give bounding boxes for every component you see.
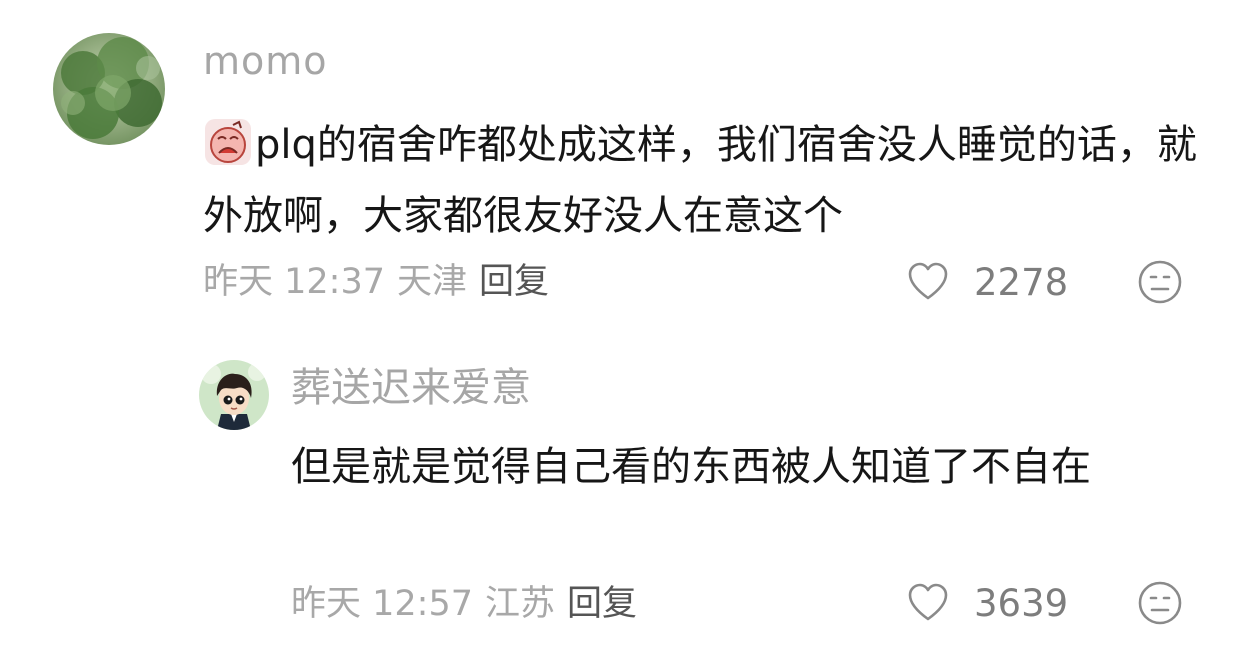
cartoon-boy-avatar-icon xyxy=(199,360,269,430)
comment-meta: 昨天 12:37 天津 回复 xyxy=(203,265,549,300)
like-count: 3639 xyxy=(974,581,1069,625)
dislike-button[interactable] xyxy=(1137,259,1183,305)
dislike-button[interactable] xyxy=(1137,580,1183,626)
user-avatar[interactable] xyxy=(53,33,165,145)
comment-location: 天津 xyxy=(397,262,468,302)
username[interactable]: 葬送迟来爱意 xyxy=(291,368,531,408)
neutral-face-icon xyxy=(1138,581,1182,625)
comment-thread: momo plq的宿舍咋都处成这样，我们宿舍没人睡觉的话，就外放啊，大家都很友好… xyxy=(0,0,1260,670)
username[interactable]: momo xyxy=(203,42,328,80)
comment-location: 江苏 xyxy=(485,584,556,624)
reply-button[interactable]: 回复 xyxy=(567,587,637,622)
comment-time: 昨天 12:57 xyxy=(291,584,473,624)
like-button[interactable]: 3639 xyxy=(906,581,1068,625)
heart-icon xyxy=(908,262,948,300)
reply-button[interactable]: 回复 xyxy=(479,265,549,300)
heart-icon xyxy=(908,583,948,621)
comment-text-content: plq的宿舍咋都处成这样，我们宿舍没人睡觉的话，就外放啊，大家都很友好没人在意这… xyxy=(203,122,1197,239)
comment-text: plq的宿舍咋都处成这样，我们宿舍没人睡觉的话，就外放啊，大家都很友好没人在意这… xyxy=(203,110,1223,252)
user-avatar[interactable] xyxy=(199,360,269,430)
like-count: 2278 xyxy=(974,260,1069,304)
comment-meta: 昨天 12:57 江苏 回复 xyxy=(291,587,637,622)
tree-photo-avatar-icon xyxy=(53,33,165,145)
like-button[interactable]: 2278 xyxy=(906,260,1068,304)
neutral-face-icon xyxy=(1138,260,1182,304)
comment-time: 昨天 12:37 xyxy=(203,262,385,302)
crying-face-emoji-icon xyxy=(203,117,253,167)
comment-text: 但是就是觉得自己看的东西被人知道了不自在 xyxy=(291,444,1091,490)
